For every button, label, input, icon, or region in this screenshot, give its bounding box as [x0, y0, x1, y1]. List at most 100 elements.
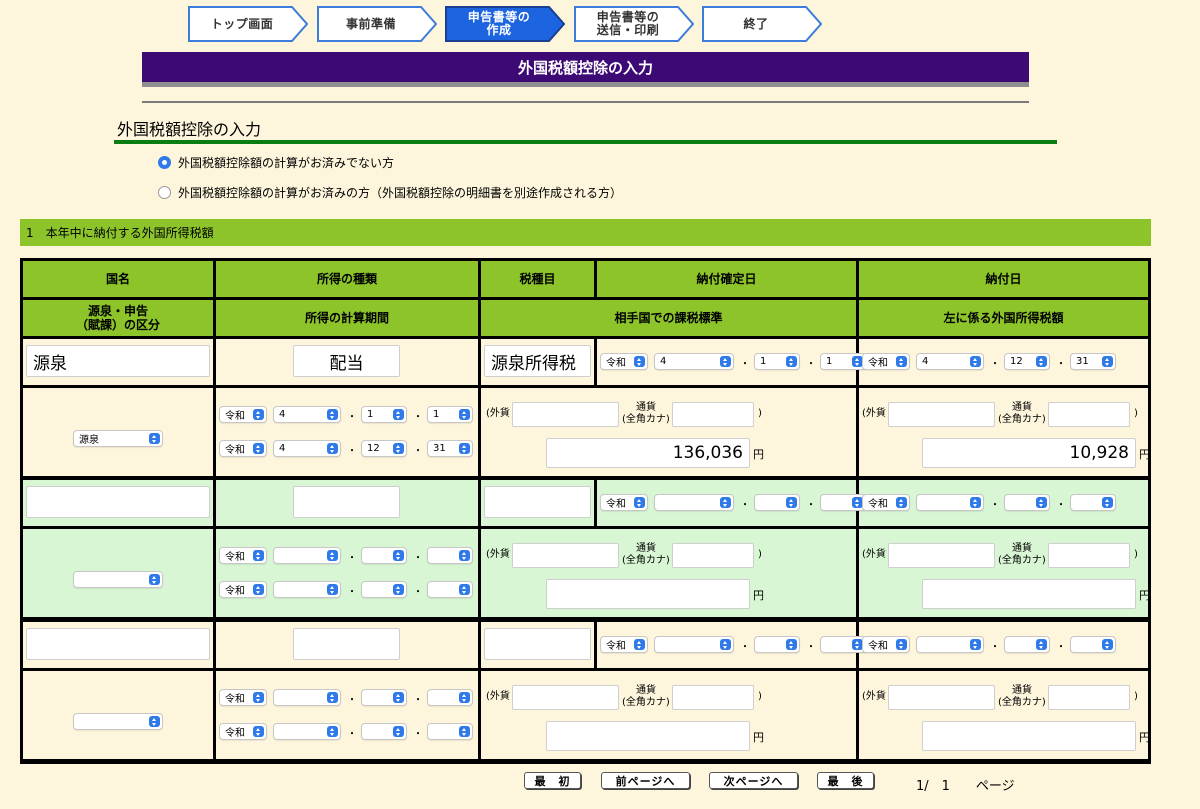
month-select[interactable]	[1004, 494, 1050, 511]
era-select[interactable]: 令和	[219, 723, 267, 740]
page-title: 外国税額控除の入力	[517, 58, 653, 77]
month-select[interactable]	[754, 636, 800, 653]
day-select[interactable]: 31	[1070, 353, 1116, 370]
era-select[interactable]: 令和	[219, 581, 267, 598]
day-select[interactable]	[427, 581, 473, 598]
foreign-currency-amount-input[interactable]	[512, 402, 619, 427]
yen-amount-input[interactable]	[546, 721, 750, 751]
month-select[interactable]	[361, 547, 407, 564]
foreign-currency-label: (外貨	[486, 408, 510, 419]
withholding-type-select[interactable]	[73, 713, 163, 730]
yen-unit: 円	[753, 448, 764, 461]
foreign-currency-amount-input[interactable]	[888, 685, 995, 710]
country-input[interactable]: 源泉	[26, 345, 210, 377]
day-select[interactable]: 1	[820, 353, 866, 370]
day-select[interactable]: 1	[427, 406, 473, 423]
foreign-currency-amount-input[interactable]	[512, 543, 619, 568]
month-select[interactable]	[754, 494, 800, 511]
day-select[interactable]	[820, 636, 866, 653]
era-select[interactable]: 令和	[219, 689, 267, 706]
tax-item-input[interactable]	[484, 628, 591, 660]
month-select[interactable]	[361, 581, 407, 598]
era-select[interactable]: 令和	[862, 636, 910, 653]
chevron-updown-icon	[393, 409, 404, 420]
yen-amount-input[interactable]	[546, 579, 750, 609]
month-select[interactable]: 12	[1004, 353, 1050, 370]
yen-amount-input[interactable]: 10,928	[922, 438, 1136, 468]
era-select[interactable]: 令和	[600, 494, 648, 511]
currency-name-input[interactable]	[672, 685, 754, 710]
era-select[interactable]: 令和	[862, 494, 910, 511]
era-select[interactable]: 令和	[600, 353, 648, 370]
month-select[interactable]	[361, 723, 407, 740]
yen-amount-input[interactable]	[922, 721, 1136, 751]
chevron-updown-icon	[327, 409, 338, 420]
month-select[interactable]	[1004, 636, 1050, 653]
date-separator: ・	[347, 553, 357, 564]
yen-amount-input[interactable]: 136,036	[546, 438, 750, 468]
currency-name-input[interactable]	[672, 402, 754, 427]
era-select[interactable]: 令和	[219, 440, 267, 457]
foreign-currency-amount-input[interactable]	[512, 685, 619, 710]
withholding-type-select[interactable]	[73, 571, 163, 588]
year-select[interactable]	[273, 689, 341, 706]
subsection-title: 1 本年中に納付する外国所得税額	[26, 226, 214, 240]
year-select[interactable]	[273, 547, 341, 564]
year-select[interactable]	[654, 494, 734, 511]
chevron-updown-icon	[393, 726, 404, 737]
header-payment-date: 納付日	[859, 261, 1148, 297]
era-select[interactable]: 令和	[219, 547, 267, 564]
era-select[interactable]: 令和	[219, 406, 267, 423]
day-select[interactable]	[427, 723, 473, 740]
year-select[interactable]: 4	[273, 406, 341, 423]
subsection-header: 1 本年中に納付する外国所得税額	[20, 219, 1151, 246]
year-select[interactable]	[273, 581, 341, 598]
currency-name-input[interactable]	[1048, 543, 1130, 568]
currency-name-input[interactable]	[1048, 685, 1130, 710]
year-select[interactable]	[654, 636, 734, 653]
radio-button[interactable]	[158, 156, 171, 169]
year-select[interactable]	[916, 636, 984, 653]
day-select[interactable]	[427, 547, 473, 564]
radio-button[interactable]	[158, 186, 171, 199]
country-input[interactable]	[26, 628, 210, 660]
radio-not-calculated[interactable]: 外国税額控除額の計算がお済みでない方	[158, 154, 394, 171]
radio-calculated[interactable]: 外国税額控除額の計算がお済みの方（外国税額控除の明細書を別途作成される方）	[158, 184, 622, 201]
day-select[interactable]	[820, 494, 866, 511]
tax-item-input[interactable]	[484, 486, 591, 518]
currency-name-input[interactable]	[1048, 402, 1130, 427]
last-page-button[interactable]: 最 後	[817, 772, 874, 789]
chevron-updown-icon	[393, 550, 404, 561]
next-page-button[interactable]: 次ページへ	[709, 772, 798, 789]
prev-page-button[interactable]: 前ページへ	[601, 772, 690, 789]
currency-name-input[interactable]	[672, 543, 754, 568]
income-type-input[interactable]: 配当	[293, 345, 400, 377]
currency-kana-label: (全角カナ)	[998, 414, 1046, 425]
year-select[interactable]	[916, 494, 984, 511]
income-type-input[interactable]	[293, 628, 400, 660]
day-select[interactable]	[1070, 494, 1116, 511]
income-type-input[interactable]	[293, 486, 400, 518]
withholding-type-select[interactable]: 源泉	[73, 430, 163, 447]
month-select[interactable]	[361, 689, 407, 706]
year-select[interactable]: 4	[654, 353, 734, 370]
era-select[interactable]: 令和	[600, 636, 648, 653]
country-input[interactable]	[26, 486, 210, 518]
year-select[interactable]	[273, 723, 341, 740]
yen-amount-input[interactable]	[922, 579, 1136, 609]
foreign-currency-amount-input[interactable]	[888, 402, 995, 427]
month-select[interactable]: 12	[361, 440, 407, 457]
day-select[interactable]	[1070, 636, 1116, 653]
foreign-currency-amount-input[interactable]	[888, 543, 995, 568]
day-select[interactable]: 31	[427, 440, 473, 457]
first-page-button[interactable]: 最 初	[524, 772, 581, 789]
year-select[interactable]: 4	[273, 440, 341, 457]
tax-item-input[interactable]: 源泉所得税	[484, 345, 591, 377]
currency-label: 通貨	[636, 402, 656, 413]
day-select[interactable]	[427, 689, 473, 706]
year-select[interactable]: 4	[916, 353, 984, 370]
month-select[interactable]: 1	[754, 353, 800, 370]
chevron-updown-icon	[1102, 356, 1113, 367]
month-select[interactable]: 1	[361, 406, 407, 423]
era-select[interactable]: 令和	[862, 353, 910, 370]
